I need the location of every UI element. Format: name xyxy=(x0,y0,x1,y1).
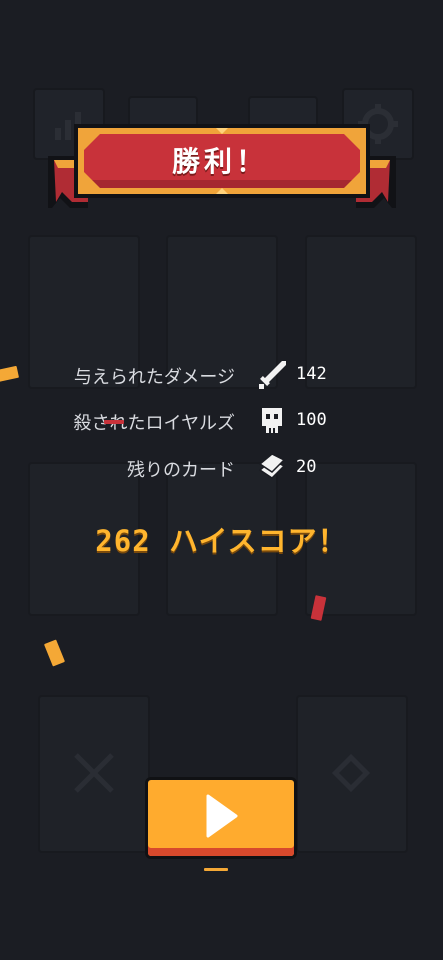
stat-row-royals: 殺されたロイヤルズ 100 xyxy=(0,405,443,439)
stat-row-damage: 与えられたダメージ 142 xyxy=(0,359,443,393)
cross-icon xyxy=(74,753,114,793)
confetti-piece xyxy=(204,868,228,871)
play-icon xyxy=(206,794,238,838)
play-button[interactable] xyxy=(148,780,294,856)
deck-slot xyxy=(296,695,408,853)
confetti-piece xyxy=(104,420,124,424)
damage-label: 与えられたダメージ xyxy=(73,367,235,388)
royals-label: 殺されたロイヤルズ xyxy=(73,413,235,434)
cards-value: 20 xyxy=(296,457,317,477)
confetti-piece xyxy=(43,639,66,667)
sword-icon xyxy=(259,361,286,389)
skull-icon xyxy=(262,408,282,433)
diamond-icon xyxy=(331,753,371,793)
royals-value: 100 xyxy=(296,410,327,430)
damage-value: 142 xyxy=(296,364,327,384)
cards-icon xyxy=(258,453,286,479)
discard-slot xyxy=(38,695,150,853)
highscore-text: 262 ハイスコア！ xyxy=(95,524,348,558)
cards-label: 残りのカード xyxy=(127,460,235,481)
stat-row-cards: 残りのカード 20 xyxy=(0,452,443,486)
victory-title: 勝利！ xyxy=(171,145,268,178)
